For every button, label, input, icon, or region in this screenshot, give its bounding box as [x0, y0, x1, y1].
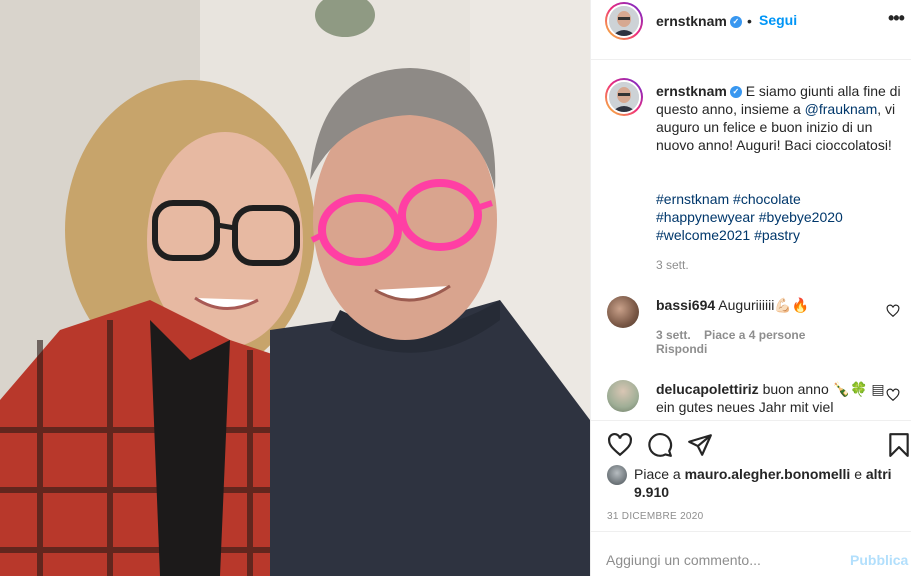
- likes-summary: Piace a mauro.alegher.bonomelli e altri …: [634, 465, 899, 501]
- author-username[interactable]: ernstknam: [656, 13, 727, 29]
- liker-username[interactable]: mauro.alegher.bonomelli: [685, 466, 851, 482]
- likes-prefix: Piace a: [634, 466, 681, 482]
- author-avatar[interactable]: [605, 2, 643, 40]
- hashtag-link[interactable]: #happynewyear: [656, 209, 755, 225]
- separator-dot: •: [747, 13, 752, 29]
- add-comment-bar: Aggiungi un commento... Pubblica: [591, 531, 911, 576]
- comment-heart-icon[interactable]: [886, 304, 900, 318]
- comment-text-row: delucapolettiriz buon anno 🍾🍀 ▤ ein gute…: [656, 380, 886, 416]
- post-photo-image: [0, 0, 590, 576]
- post-photo[interactable]: [0, 0, 590, 576]
- comment-avatar[interactable]: [607, 296, 639, 328]
- caption-hashtags: #ernstknam #chocolate #happynewyear #bye…: [656, 190, 901, 244]
- comment-text: Auguriiiiii💪🏻🔥: [718, 297, 810, 313]
- comment-bubble-icon[interactable]: [647, 432, 673, 458]
- paper-plane-icon[interactable]: [687, 432, 713, 458]
- caption-author-avatar[interactable]: [605, 78, 643, 116]
- comment-avatar[interactable]: [607, 380, 639, 412]
- reply-button[interactable]: Rispondi: [656, 342, 707, 356]
- post-date[interactable]: 31 DICEMBRE 2020: [607, 511, 704, 522]
- bookmark-icon[interactable]: [886, 432, 911, 458]
- likes-connector: e: [854, 466, 862, 482]
- hashtag-link[interactable]: #ernstknam: [656, 191, 729, 207]
- post-details-panel: ernstknam ✓ • Segui ••• ernstknam ✓ E siam…: [590, 0, 911, 576]
- follow-button[interactable]: Segui: [759, 12, 797, 28]
- comment-username[interactable]: delucapolettiriz: [656, 381, 759, 397]
- comment-time[interactable]: 3 sett.: [656, 328, 691, 342]
- hashtag-link[interactable]: #chocolate: [733, 191, 801, 207]
- more-options-icon[interactable]: •••: [888, 8, 905, 29]
- author-username-row: ernstknam ✓: [656, 13, 742, 29]
- caption-username[interactable]: ernstknam: [656, 83, 727, 99]
- comment-text-row: bassi694 Auguriiiiii💪🏻🔥: [656, 296, 886, 314]
- comment-heart-icon[interactable]: [886, 388, 900, 402]
- comment-likes[interactable]: Piace a 4 persone: [704, 328, 805, 342]
- post-caption: ernstknam ✓ E siamo giunti alla fine di q…: [656, 82, 901, 154]
- comment-meta: 3 sett. Piace a 4 persone: [656, 328, 815, 342]
- liker-avatar[interactable]: [607, 465, 627, 485]
- hashtag-link[interactable]: #pastry: [754, 227, 800, 243]
- post-header: ernstknam ✓ • Segui •••: [591, 0, 911, 60]
- caption-author-avatar-image: [609, 82, 639, 112]
- verified-badge-icon: ✓: [729, 86, 742, 99]
- comment-username[interactable]: bassi694: [656, 297, 715, 313]
- author-avatar-image: [609, 6, 639, 36]
- caption-mention-link[interactable]: @frauknam: [805, 101, 878, 117]
- hashtag-link[interactable]: #byebye2020: [759, 209, 843, 225]
- heart-icon[interactable]: [607, 432, 633, 458]
- publish-button[interactable]: Pubblica: [850, 552, 908, 568]
- hashtag-link[interactable]: #welcome2021: [656, 227, 750, 243]
- caption-time[interactable]: 3 sett.: [656, 258, 689, 272]
- comment-input[interactable]: Aggiungi un commento...: [606, 552, 761, 568]
- post-actions-section: Piace a mauro.alegher.bonomelli e altri …: [591, 420, 911, 576]
- verified-badge-icon: ✓: [729, 16, 742, 29]
